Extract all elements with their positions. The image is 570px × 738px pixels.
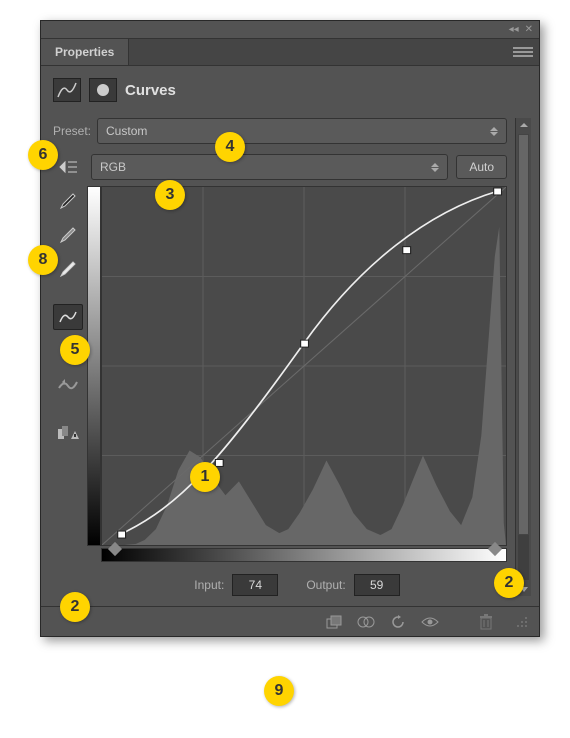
callout-8: 8 [28, 245, 58, 275]
panel-menu-icon[interactable] [513, 44, 533, 60]
preset-value: Custom [106, 124, 147, 138]
curve-tools-sidebar [53, 186, 83, 596]
visibility-eye-icon[interactable] [421, 613, 439, 631]
output-label: Output: [306, 578, 345, 592]
reset-icon[interactable] [389, 613, 407, 631]
close-icon[interactable]: ✕ [525, 24, 533, 35]
chevron-updown-icon [490, 127, 498, 136]
view-previous-icon[interactable] [357, 613, 375, 631]
input-label: Input: [194, 578, 224, 592]
channel-row: RGB Auto [53, 154, 507, 180]
properties-panel: ◂◂ ✕ Properties Curves Preset: Custom [40, 20, 540, 637]
input-output-row: Input: 74 Output: 59 [87, 574, 507, 596]
scrollbar-thumb[interactable] [518, 134, 529, 535]
input-value-field[interactable]: 74 [232, 574, 278, 596]
resize-grip-icon[interactable] [513, 613, 531, 631]
preset-dropdown[interactable]: Custom [97, 118, 507, 144]
curves-graph[interactable] [101, 186, 507, 546]
black-point-eyedropper-icon[interactable] [53, 188, 83, 214]
smooth-curve-icon[interactable] [53, 372, 83, 398]
mask-icon[interactable] [89, 78, 117, 102]
preset-label: Preset: [53, 124, 91, 138]
clip-to-layer-icon[interactable] [325, 613, 343, 631]
gray-point-eyedropper-icon[interactable] [53, 222, 83, 248]
point-curve-tool-icon[interactable] [53, 304, 83, 330]
vertical-scrollbar[interactable] [515, 118, 531, 596]
callout-4: 4 [215, 132, 245, 162]
input-gradient-bar[interactable] [101, 548, 507, 562]
callout-5: 5 [60, 335, 90, 365]
scroll-up-icon[interactable] [516, 118, 531, 132]
callout-9: 9 [264, 676, 294, 706]
channel-dropdown[interactable]: RGB [91, 154, 448, 180]
delete-trash-icon[interactable] [477, 613, 495, 631]
callout-6: 6 [28, 140, 58, 170]
auto-button[interactable]: Auto [456, 155, 507, 179]
adjustment-title-row: Curves [53, 78, 531, 102]
panel-titlebar: ◂◂ ✕ [41, 21, 539, 39]
preset-row: Preset: Custom [53, 118, 507, 144]
callout-2a: 2 [60, 592, 90, 622]
chevron-updown-icon [431, 163, 439, 172]
adjustment-title: Curves [125, 82, 176, 99]
clip-warning-icon[interactable] [53, 420, 83, 446]
callout-3: 3 [155, 180, 185, 210]
collapse-icon[interactable]: ◂◂ [509, 24, 519, 35]
tab-properties[interactable]: Properties [41, 39, 129, 65]
callout-2b: 2 [494, 568, 524, 598]
output-gradient-bar [87, 186, 101, 546]
panel-footer [41, 606, 539, 636]
channel-value: RGB [100, 160, 126, 174]
curves-adjustment-icon[interactable] [53, 78, 81, 102]
callout-1: 1 [190, 462, 220, 492]
tab-bar: Properties [41, 39, 539, 66]
output-value-field[interactable]: 59 [354, 574, 400, 596]
